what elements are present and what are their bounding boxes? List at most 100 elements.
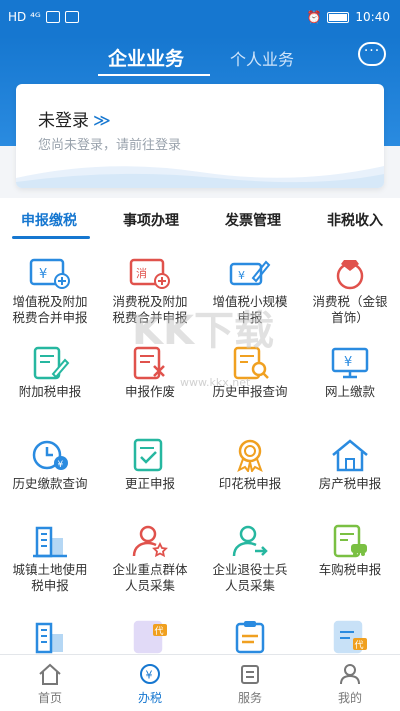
- svg-text:¥: ¥: [344, 355, 352, 370]
- grid-item-correction[interactable]: 更正申报: [100, 438, 200, 492]
- grid-item-consumption-jewelry[interactable]: 消费税（金银 首饰）: [300, 256, 400, 326]
- grid-item-history-pay[interactable]: ¥ 历史缴款查询: [0, 438, 100, 492]
- grid-item-veterans[interactable]: 企业退役士兵 人员采集: [200, 524, 300, 594]
- grid-label: 房产税申报: [318, 476, 382, 491]
- service-grid: ¥ 增值税及附加 税费合并申报 消 消费税及附加 税费合并申报 ¥ 增值税小规模 申报…: [0, 242, 400, 654]
- grid-label: 申报作废: [124, 384, 175, 399]
- double-chevron-right-icon: ≫: [93, 111, 111, 131]
- home-icon: [39, 663, 61, 685]
- grid-item-partial-3[interactable]: [200, 620, 300, 654]
- award-ribbon-icon: [237, 439, 263, 472]
- grid-label: 历史申报查询: [212, 384, 288, 399]
- tab-nontax[interactable]: 非税收入: [327, 210, 383, 230]
- status-bar: HD ⁴ᴳ ⏰ 10:40: [0, 0, 400, 36]
- nav-tax[interactable]: ¥ 办税: [100, 663, 200, 706]
- network-indicator: HD ⁴ᴳ: [8, 10, 41, 24]
- svg-text:¥: ¥: [146, 669, 153, 682]
- tab-matters[interactable]: 事项办理: [123, 210, 179, 230]
- grid-label: 增值税及附加: [12, 294, 88, 309]
- doc-agent-icon: 代: [333, 620, 367, 654]
- svg-text:代: 代: [355, 640, 364, 651]
- grid-item-vehicle-tax[interactable]: 车购税申报: [300, 524, 400, 578]
- tab-declare-pay[interactable]: 申报缴税: [21, 210, 77, 230]
- category-tabs: 申报缴税 事项办理 发票管理 非税收入: [0, 198, 400, 242]
- grid-label: 企业重点群体: [112, 562, 188, 577]
- buildings-icon: [35, 622, 63, 654]
- app-notification-icon: [64, 11, 79, 23]
- svg-text:代: 代: [155, 626, 164, 637]
- nav-home[interactable]: 首页: [0, 663, 100, 706]
- card-edit-icon: ¥: [229, 260, 271, 286]
- tax-yen-icon: ¥: [140, 664, 160, 684]
- grid-item-history-declare[interactable]: 历史申报查询: [200, 346, 300, 400]
- grid-label: 消费税及附加: [112, 294, 188, 309]
- grid-label: 人员采集: [124, 578, 175, 593]
- chat-bubble-icon[interactable]: ···: [358, 42, 386, 66]
- ring-gem-icon: [336, 260, 364, 290]
- grid-item-surtax[interactable]: 附加税申报: [0, 346, 100, 400]
- doc-search-icon: [233, 346, 269, 380]
- grid-item-partial-1[interactable]: [0, 620, 100, 654]
- grid-item-vat-small[interactable]: ¥ 增值税小规模 申报: [200, 256, 300, 326]
- grid-item-consumption-combined[interactable]: 消 消费税及附加 税费合并申报: [100, 256, 200, 326]
- clock-yen-icon: ¥: [32, 440, 68, 470]
- svg-text:¥: ¥: [58, 460, 64, 470]
- nav-label: 服务: [237, 691, 262, 705]
- tab-corporate-underline: [98, 74, 210, 76]
- grid-label: 附加税申报: [18, 384, 82, 399]
- grid-label: 网上缴款: [324, 384, 375, 399]
- doc-agent-icon: 代: [133, 620, 167, 654]
- user-star-icon: [132, 525, 168, 558]
- grid-label: 税申报: [31, 578, 69, 593]
- tab-personal[interactable]: 个人业务: [230, 46, 294, 70]
- doc-edit-icon: [33, 346, 70, 380]
- grid-item-void[interactable]: 申报作废: [100, 346, 200, 400]
- monitor-yen-icon: ¥: [331, 347, 369, 379]
- doc-cancel-icon: [133, 346, 165, 380]
- grid-label: 税费合并申报: [112, 310, 188, 325]
- doc-check-icon: [133, 438, 163, 472]
- grid-item-key-groups[interactable]: 企业重点群体 人员采集: [100, 524, 200, 594]
- grid-label: 税费合并申报: [12, 310, 88, 325]
- nav-profile[interactable]: 我的: [300, 663, 400, 706]
- grid-label: 更正申报: [124, 476, 175, 491]
- active-tab-underline: [12, 236, 90, 239]
- grid-item-vat-combined[interactable]: ¥ 增值税及附加 税费合并申报: [0, 256, 100, 326]
- grid-label: 企业退役士兵: [212, 562, 288, 577]
- grid-label: 首饰）: [331, 310, 369, 325]
- grid-item-partial-4[interactable]: 代: [300, 620, 400, 654]
- battery-icon: [327, 11, 350, 23]
- grid-label: 印花税申报: [218, 476, 282, 491]
- user-arrow-icon: [232, 525, 268, 557]
- grid-item-land-use[interactable]: 城镇土地使用 税申报: [0, 524, 100, 594]
- alarm-icon: ⏰: [306, 10, 322, 24]
- wave-decoration: [16, 166, 384, 188]
- grid-label: 人员采集: [224, 578, 275, 593]
- nav-label: 我的: [337, 691, 362, 705]
- status-time: 10:40: [355, 10, 390, 24]
- grid-label: 车购税申报: [318, 562, 382, 577]
- consumption-tax-plus-icon: 消: [129, 258, 170, 289]
- profile-icon: [340, 664, 360, 685]
- nav-label: 首页: [37, 691, 62, 705]
- grid-label: 历史缴款查询: [12, 476, 88, 491]
- grid-label: 申报: [237, 310, 263, 325]
- wifi-icon: [45, 11, 60, 23]
- login-card[interactable]: 未登录 ≫ 您尚未登录，请前往登录: [16, 84, 384, 188]
- grid-label: 城镇土地使用: [12, 562, 88, 577]
- grid-item-stamp-tax[interactable]: 印花税申报: [200, 438, 300, 492]
- tab-invoice[interactable]: 发票管理: [225, 210, 281, 230]
- nav-label: 办税: [137, 691, 162, 705]
- svg-text:消: 消: [136, 266, 147, 280]
- bottom-nav: 首页 ¥ 办税 服务 我的: [0, 654, 400, 711]
- grid-item-partial-2[interactable]: 代: [100, 620, 200, 654]
- tab-corporate[interactable]: 企业业务: [108, 44, 184, 71]
- nav-service[interactable]: 服务: [200, 663, 300, 706]
- grid-item-property-tax[interactable]: 房产税申报: [300, 438, 400, 492]
- invoice-yen-plus-icon: ¥: [29, 258, 70, 289]
- svg-text:¥: ¥: [39, 267, 47, 282]
- grid-item-online-pay[interactable]: ¥ 网上缴款: [300, 346, 400, 400]
- service-icon: [241, 665, 259, 684]
- house-icon: [332, 439, 368, 472]
- svg-text:¥: ¥: [238, 269, 245, 282]
